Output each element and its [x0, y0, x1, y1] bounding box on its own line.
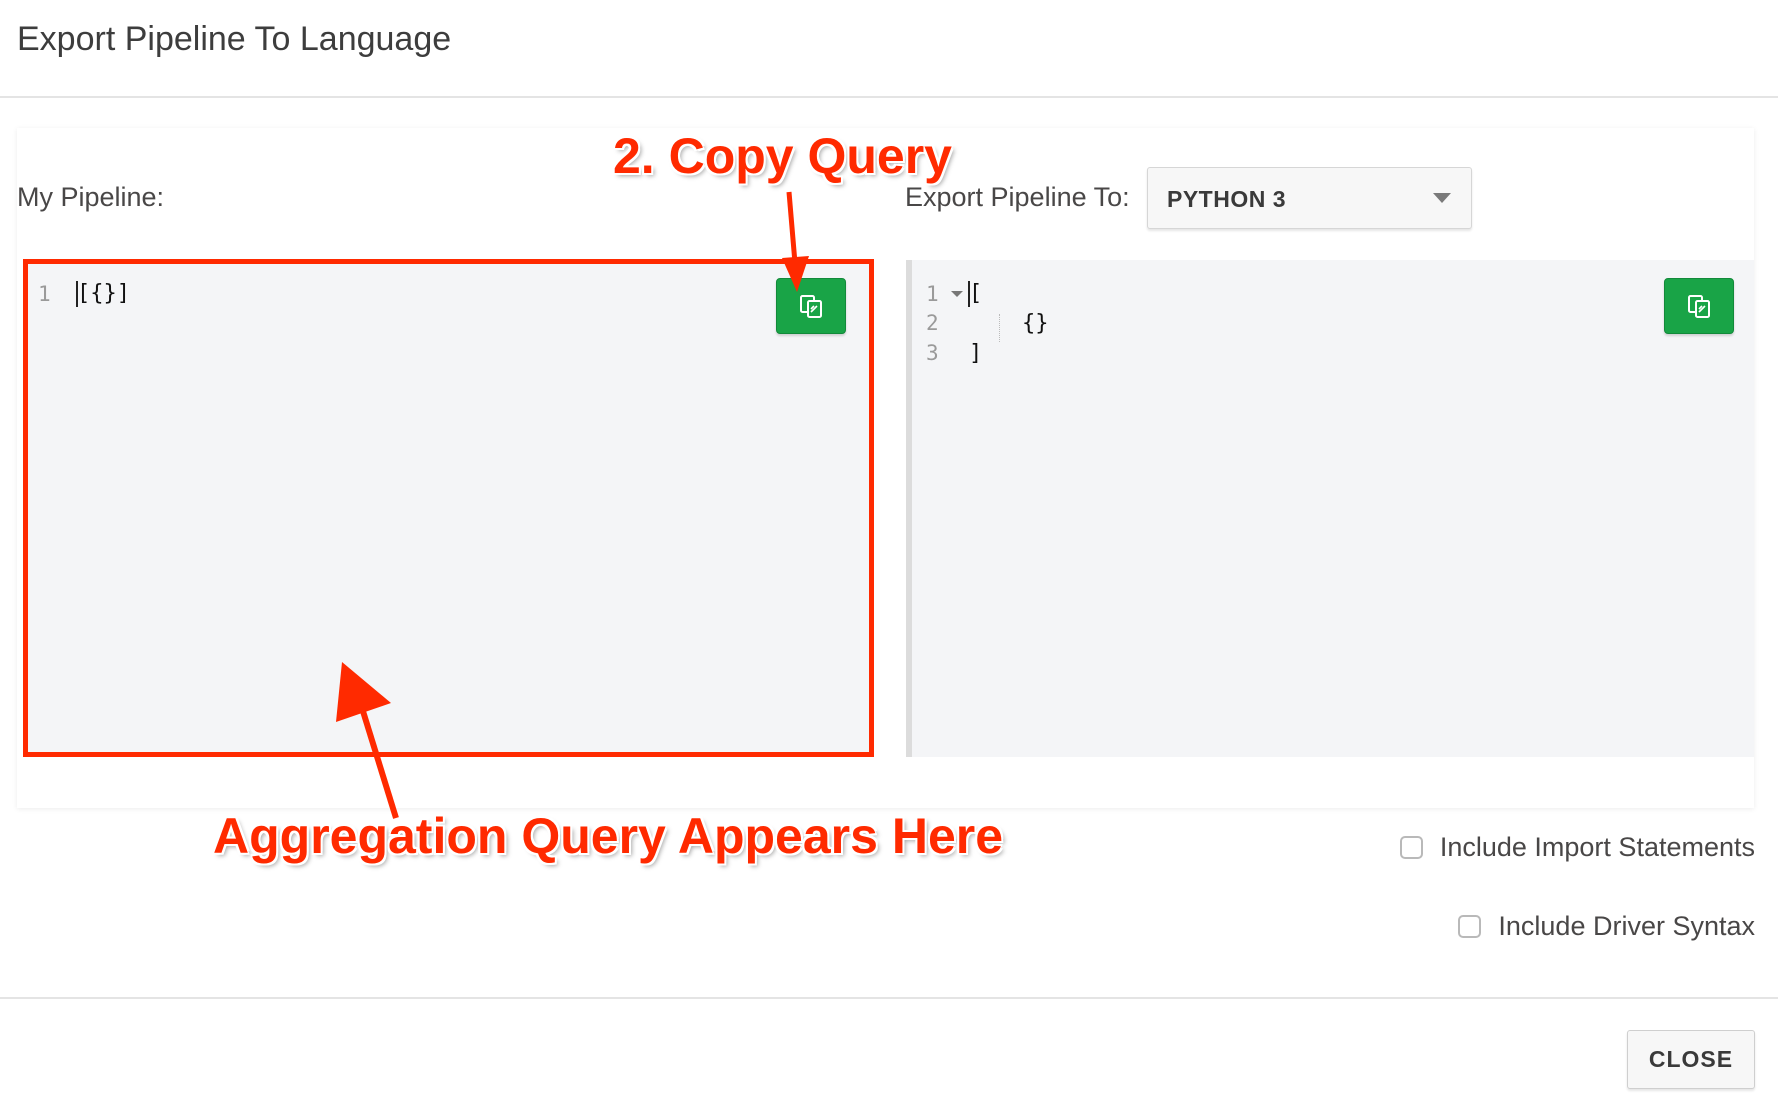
- modal-footer: CLOSE: [0, 997, 1778, 1108]
- code-line: [: [969, 281, 983, 306]
- fold-caret-icon[interactable]: [951, 291, 963, 297]
- language-select-value: PYTHON 3: [1167, 186, 1287, 212]
- annotation-aggregation-query: Aggregation Query Appears Here: [213, 808, 1004, 864]
- export-pipeline-modal: Export Pipeline To Language My Pipeline:…: [0, 0, 1778, 1108]
- copy-output-button[interactable]: [1664, 278, 1734, 334]
- copy-icon: [1688, 295, 1710, 318]
- exported-output-editor[interactable]: 1 [ 2 {} 3 ]: [906, 260, 1754, 757]
- include-driver-option[interactable]: Include Driver Syntax: [1458, 911, 1755, 942]
- include-import-option[interactable]: Include Import Statements: [1399, 832, 1755, 863]
- my-pipeline-label: My Pipeline:: [17, 182, 165, 212]
- language-select[interactable]: PYTHON 3: [1147, 167, 1472, 229]
- line-number: 1: [926, 282, 939, 306]
- modal-title: Export Pipeline To Language: [17, 20, 452, 58]
- include-driver-label: Include Driver Syntax: [1498, 911, 1755, 941]
- caret-down-icon: [1433, 193, 1451, 203]
- close-button[interactable]: CLOSE: [1627, 1030, 1755, 1089]
- annotation-copy-query: 2. Copy Query: [613, 128, 952, 184]
- annotation-highlight-box: [23, 259, 874, 757]
- code-line: {}: [1022, 311, 1049, 336]
- line-number: 2: [926, 311, 939, 335]
- include-import-label: Include Import Statements: [1439, 832, 1755, 862]
- indent-guide: [999, 314, 1000, 342]
- modal-header: Export Pipeline To Language: [0, 0, 1778, 98]
- code-line: ]: [969, 341, 983, 366]
- line-number: 3: [926, 341, 939, 365]
- include-import-checkbox[interactable]: [1399, 836, 1423, 859]
- include-driver-checkbox[interactable]: [1458, 915, 1482, 938]
- export-to-label: Export Pipeline To:: [905, 182, 1130, 212]
